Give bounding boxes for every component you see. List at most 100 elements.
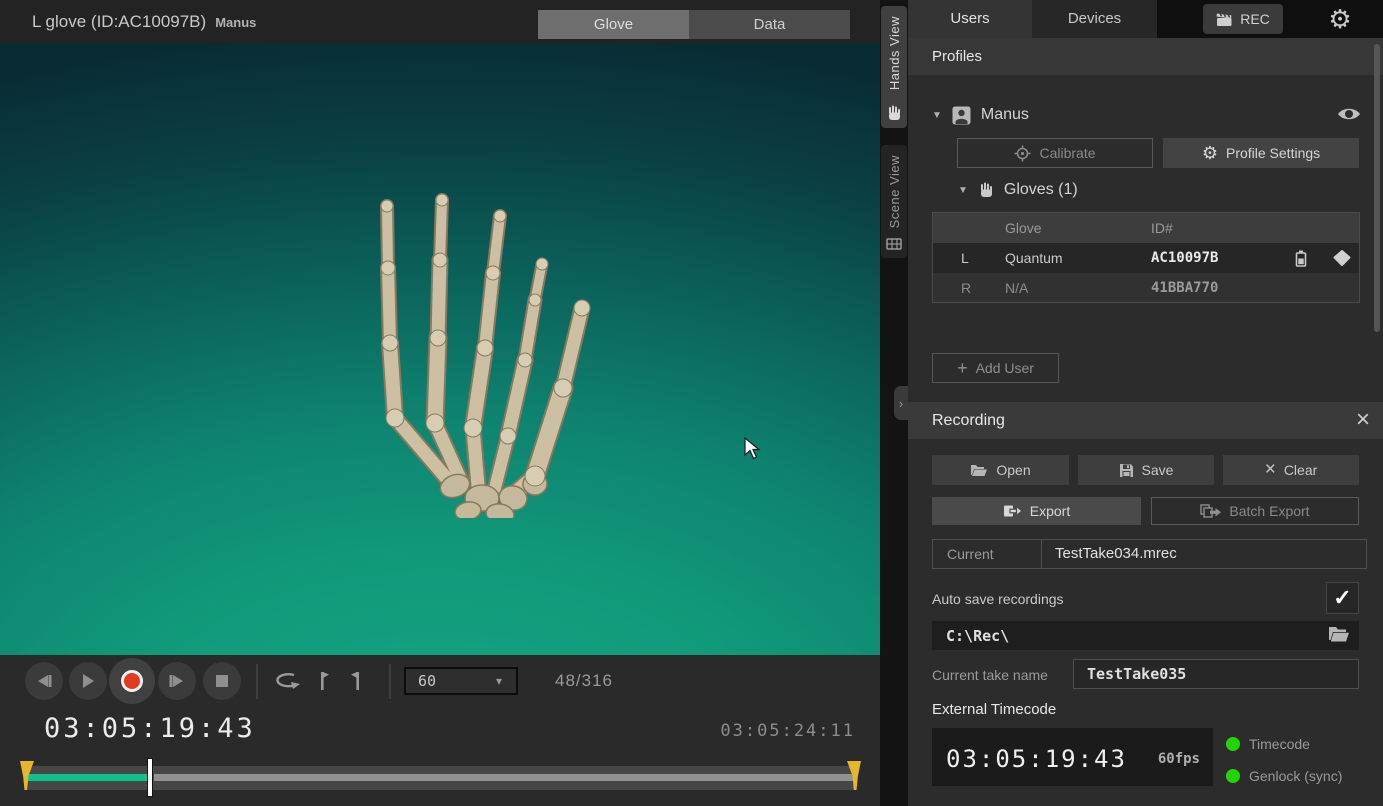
green-status-dot <box>1226 737 1240 751</box>
gloves-table: Glove ID# L Quantum AC10097B R N/A 41BBA… <box>932 212 1360 303</box>
save-path-input[interactable] <box>932 621 1359 650</box>
external-fps: 60fps <box>1158 751 1200 767</box>
open-label: Open <box>996 462 1030 478</box>
tab-scene-view[interactable]: Scene View <box>881 145 907 258</box>
batch-export-button[interactable]: Batch Export <box>1151 497 1359 525</box>
export-label: Export <box>1030 503 1070 519</box>
add-user-button[interactable]: + Add User <box>932 353 1059 383</box>
stop-icon <box>215 674 229 688</box>
plus-icon: + <box>957 361 968 375</box>
mouse-cursor <box>744 437 761 460</box>
panel-collapse-handle[interactable]: › <box>894 386 908 420</box>
gear-glyph: ⚙ <box>1328 4 1351 34</box>
current-take-row: Current TestTake034.mrec <box>932 539 1367 569</box>
close-icon[interactable]: × <box>1348 405 1378 435</box>
step-forward-button[interactable] <box>158 662 196 700</box>
profile-settings-label: Profile Settings <box>1226 145 1320 161</box>
step-back-icon <box>35 674 53 688</box>
current-label: Current <box>947 540 994 568</box>
profile-row-manus[interactable]: ▼ Manus <box>932 101 1332 129</box>
gloves-group-row[interactable]: ▼ Gloves (1) <box>958 177 1258 203</box>
mark-in-flag-icon <box>316 671 330 691</box>
end-timecode: 03:05:24:11 <box>655 721 855 741</box>
glove-side: R <box>961 273 971 302</box>
glove-hand-icon <box>978 182 994 198</box>
side-panel: Users Devices REC ⚙ Profiles ▼ Manus <box>908 0 1383 806</box>
clear-label: Clear <box>1284 462 1317 478</box>
autosave-label: Auto save recordings <box>932 591 1064 607</box>
fps-dropdown[interactable]: 60 ▾ <box>404 667 518 695</box>
gear-icon: ⚙ <box>1202 143 1218 164</box>
rec-button[interactable]: REC <box>1203 4 1283 34</box>
tab-glove[interactable]: Glove <box>538 10 689 39</box>
mark-in-button[interactable] <box>316 671 330 691</box>
timeline-progress <box>28 774 150 781</box>
gloves-table-header: Glove ID# <box>933 213 1359 243</box>
skeletal-hand-model <box>330 188 630 518</box>
timecode-indicator: Timecode <box>1226 736 1310 752</box>
clear-button[interactable]: × Clear <box>1223 455 1359 485</box>
browse-folder-icon[interactable] <box>1328 625 1350 645</box>
genlock-indicator-label: Genlock (sync) <box>1249 768 1342 784</box>
timeline-playhead[interactable] <box>147 758 153 797</box>
settings-gear-icon[interactable]: ⚙ <box>1324 3 1356 35</box>
step-back-button[interactable] <box>25 662 63 700</box>
timecode-indicator-label: Timecode <box>1249 736 1310 752</box>
green-status-dot <box>1226 769 1240 783</box>
calibrate-button[interactable]: Calibrate <box>957 138 1153 168</box>
profile-name: Manus <box>981 106 1029 124</box>
loop-toggle[interactable] <box>274 672 302 690</box>
batch-export-label: Batch Export <box>1229 503 1309 519</box>
play-button[interactable] <box>69 662 107 700</box>
3d-viewport[interactable] <box>0 43 880 655</box>
open-button[interactable]: Open <box>932 455 1069 485</box>
autosave-checkbox[interactable]: ✓ <box>1326 582 1359 614</box>
eye-icon <box>1336 104 1362 124</box>
profiles-section-header: Profiles <box>908 38 1383 75</box>
external-timecode-label: External Timecode <box>932 701 1056 718</box>
tab-users[interactable]: Users <box>908 0 1032 38</box>
signal-icon <box>1333 243 1351 273</box>
export-button[interactable]: Export <box>932 497 1141 525</box>
table-row-right-glove[interactable]: R N/A 41BBA770 <box>933 273 1359 302</box>
view-tab-strip: Hands View Scene View › <box>880 0 908 806</box>
visibility-toggle[interactable] <box>1336 104 1362 124</box>
calibrate-target-icon <box>1014 145 1031 162</box>
timeline-remaining <box>154 774 856 781</box>
check-icon: ✓ <box>1333 585 1351 610</box>
current-file-name: TestTake034.mrec <box>1055 540 1177 568</box>
tab-hands-view[interactable]: Hands View <box>881 6 907 128</box>
scene-grid-icon <box>886 237 902 251</box>
col-glove: Glove <box>1005 213 1042 243</box>
calibrate-label: Calibrate <box>1039 145 1095 161</box>
viewport-titlebar: L glove (ID:AC10097B)Manus Glove Data <box>0 0 880 43</box>
hands-view-label: Hands View <box>887 16 902 90</box>
mark-out-button[interactable] <box>350 671 364 691</box>
transport-bar: 60 ▾ 48/316 03:05:19:43 03:05:24:11 <box>0 655 880 806</box>
current-timecode: 03:05:19:43 <box>44 713 256 744</box>
stop-button[interactable] <box>203 662 241 700</box>
play-icon <box>80 673 96 689</box>
rec-label: REC <box>1240 11 1270 27</box>
frame-counter: 48/316 <box>555 671 613 691</box>
table-row-left-glove[interactable]: L Quantum AC10097B <box>933 243 1359 273</box>
viewport-title: L glove (ID:AC10097B)Manus <box>32 0 256 43</box>
tab-devices[interactable]: Devices <box>1032 0 1157 38</box>
record-icon <box>121 670 143 692</box>
application-window: L glove (ID:AC10097B)Manus Glove Data <box>0 0 1383 806</box>
scrollbar-thumb[interactable] <box>1374 44 1380 332</box>
glove-type: N/A <box>1005 273 1028 302</box>
take-name-input[interactable] <box>1073 659 1359 689</box>
save-button[interactable]: Save <box>1078 455 1214 485</box>
profile-settings-button[interactable]: ⚙ Profile Settings <box>1163 138 1359 168</box>
loop-icon <box>274 672 302 690</box>
record-button[interactable] <box>109 658 155 704</box>
glove-title-text: L glove (ID:AC10097B) <box>32 12 206 31</box>
external-timecode-display: 03:05:19:43 60fps <box>932 728 1213 786</box>
tab-data[interactable]: Data <box>689 10 850 39</box>
glove-type: Quantum <box>1005 243 1063 273</box>
take-name-label: Current take name <box>932 667 1048 683</box>
battery-icon <box>1295 243 1307 273</box>
floppy-save-icon <box>1119 463 1134 478</box>
export-icon <box>1003 504 1022 518</box>
